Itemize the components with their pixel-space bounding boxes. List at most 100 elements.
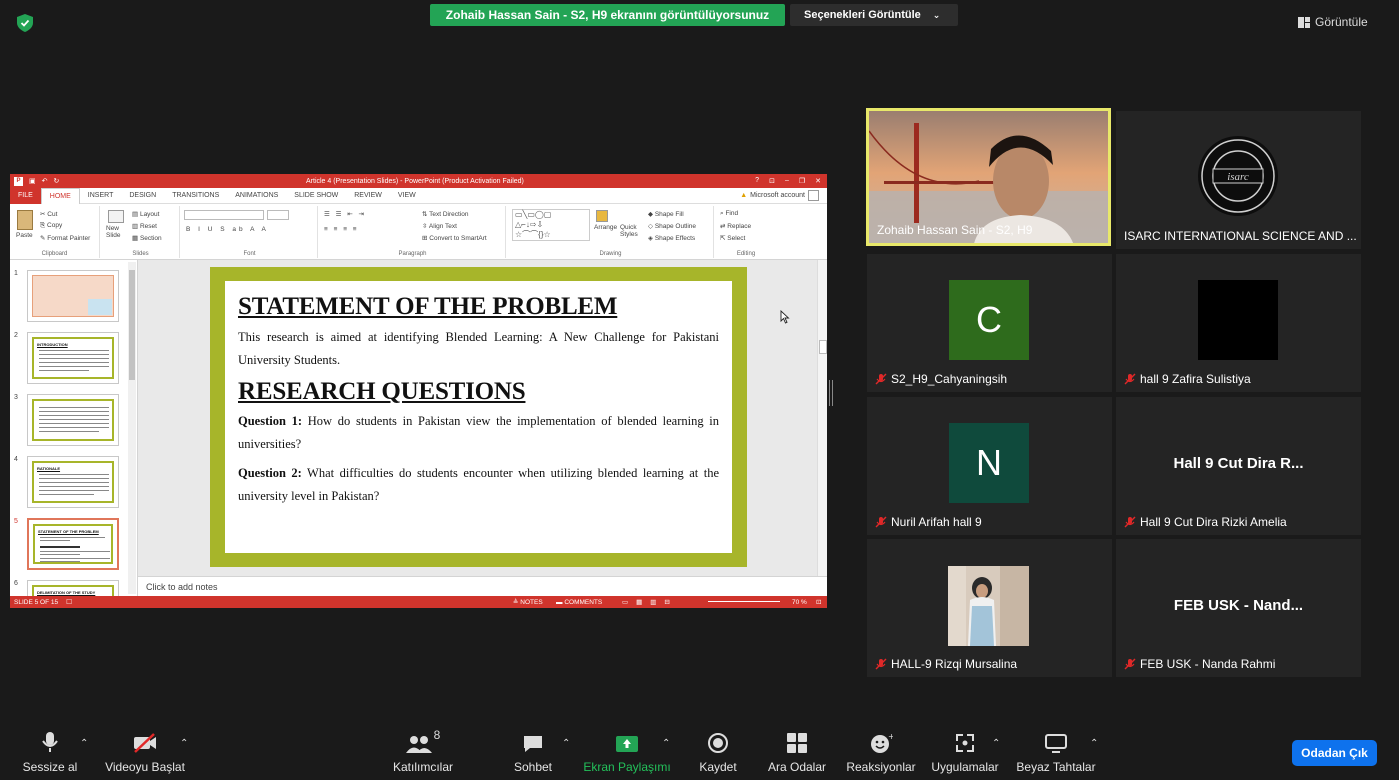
participant-tile-1[interactable]: Zohaib Hassan Sain - S2, H9: [866, 108, 1111, 246]
chat-button[interactable]: Sohbet: [510, 724, 556, 780]
arrange-button[interactable]: Arrange: [594, 224, 617, 231]
convert-smartart-button[interactable]: ⊞ Convert to SmartArt: [422, 234, 487, 242]
slide-thumbnail-2[interactable]: INTRODUCTION: [27, 332, 119, 384]
arrange-icon[interactable]: [596, 210, 608, 222]
tab-design[interactable]: DESIGN: [121, 188, 164, 204]
panel-splitter-handle[interactable]: [829, 380, 833, 406]
ribbon-display-icon[interactable]: ⊡: [769, 177, 775, 185]
fit-slide-icon[interactable]: ⊡: [816, 598, 821, 606]
paste-icon[interactable]: [17, 210, 33, 230]
slide-thumbnail-6[interactable]: DELIMITATION OF THE STUDY: [27, 580, 119, 596]
slide-thumbnail-5[interactable]: STATEMENT OF THE PROBLEM: [27, 518, 119, 570]
tab-transitions[interactable]: TRANSITIONS: [164, 188, 227, 204]
copy-label: Copy: [47, 222, 63, 229]
align-text-button[interactable]: ⇳ Align Text: [422, 222, 457, 230]
chevron-up-icon[interactable]: ⌃: [562, 738, 570, 749]
slide-heading-statement[interactable]: STATEMENT OF THE PROBLEM: [238, 293, 719, 321]
align-buttons[interactable]: ≡ ≡ ≡ ≡: [324, 226, 359, 233]
view-button[interactable]: Görüntüle: [1298, 15, 1368, 29]
chevron-up-icon[interactable]: ⌃: [662, 738, 670, 749]
text-direction-button[interactable]: ⇅ Text Direction: [422, 210, 469, 218]
slide-thumbnail-1[interactable]: [27, 270, 119, 322]
tab-slide-show[interactable]: SLIDE SHOW: [286, 188, 346, 204]
slide-question-1[interactable]: Question 1: How do students in Pakistan …: [238, 410, 719, 456]
participant-tile-5[interactable]: N Nuril Arifah hall 9: [867, 397, 1112, 535]
spellcheck-icon[interactable]: ☐: [66, 598, 72, 606]
participant-tile-4[interactable]: hall 9 Zafira Sulistiya: [1116, 254, 1361, 392]
minimize-icon[interactable]: –: [785, 177, 789, 185]
slide-heading-questions[interactable]: RESEARCH QUESTIONS: [238, 378, 719, 406]
reactions-button[interactable]: + Reaksiyonlar: [846, 724, 916, 780]
participant-tile-7[interactable]: HALL-9 Rizqi Mursalina: [867, 539, 1112, 677]
cut-button[interactable]: ✂ Cut: [40, 210, 57, 218]
chevron-up-icon[interactable]: ⌃: [80, 738, 88, 749]
new-slide-button[interactable]: New Slide: [106, 225, 126, 239]
tab-review[interactable]: REVIEW: [346, 188, 390, 204]
new-slide-icon[interactable]: [108, 210, 124, 223]
notes-toggle[interactable]: ≜ NOTES: [513, 598, 543, 606]
layout-button[interactable]: ▤ Layout: [132, 210, 159, 218]
apps-button[interactable]: Uygulamalar: [928, 724, 1002, 780]
zoom-level[interactable]: 70 %: [792, 599, 807, 606]
shapes-gallery[interactable]: ▭╲▭◯▢ △⌐↓⇨⇩ ☆⌒⌒{}☆: [512, 209, 590, 241]
slide-question-2[interactable]: Question 2: What difficulties do student…: [238, 462, 719, 508]
comments-toggle[interactable]: ▬ COMMENTS: [556, 599, 602, 606]
copy-button[interactable]: ⎘ Copy: [40, 222, 62, 230]
leave-meeting-button[interactable]: Odadan Çık: [1292, 740, 1377, 766]
tab-animations[interactable]: ANIMATIONS: [227, 188, 286, 204]
close-icon[interactable]: ✕: [815, 177, 821, 185]
help-icon[interactable]: ?: [755, 177, 759, 185]
format-painter-button[interactable]: ✎ Format Painter: [40, 234, 90, 242]
notes-pane[interactable]: Click to add notes: [138, 576, 827, 596]
chevron-up-icon[interactable]: ⌃: [1090, 738, 1098, 749]
participant-tile-2[interactable]: isarc ISARC INTERNATIONAL SCIENCE AND ..…: [1116, 111, 1361, 249]
shield-icon[interactable]: [17, 14, 33, 32]
breakout-rooms-button[interactable]: Ara Odalar: [766, 724, 828, 780]
shape-outline-button[interactable]: ◇ Shape Outline: [648, 222, 696, 230]
redo-icon[interactable]: ↻: [54, 177, 60, 185]
slide-paragraph-statement[interactable]: This research is aimed at identifying Bl…: [238, 326, 719, 372]
replace-button[interactable]: ⇄ Replace: [720, 222, 751, 230]
view-options-dropdown[interactable]: Seçenekleri Görüntüle ⌄: [790, 4, 958, 26]
font-size-select[interactable]: [267, 210, 289, 220]
participant-tile-8[interactable]: FEB USK - Nand... FEB USK - Nanda Rahmi: [1116, 539, 1361, 677]
reset-button[interactable]: ▥ Reset: [132, 222, 157, 230]
share-screen-button[interactable]: Ekran Paylaşımı: [583, 724, 671, 780]
list-buttons[interactable]: ☰ ☰ ⇤ ⇥: [324, 210, 366, 218]
shape-effects-button[interactable]: ◈ Shape Effects: [648, 234, 695, 242]
whiteboards-button[interactable]: Beyaz Tahtalar: [1014, 724, 1098, 780]
current-slide[interactable]: STATEMENT OF THE PROBLEM This research i…: [210, 267, 747, 567]
record-button[interactable]: Kaydet: [695, 724, 741, 780]
slide-thumbnail-3[interactable]: [27, 394, 119, 446]
shared-screen-powerpoint[interactable]: P ▣ ↶ ↻ Article 4 (Presentation Slides) …: [10, 174, 827, 608]
restore-icon[interactable]: ❐: [799, 177, 805, 185]
tab-insert[interactable]: INSERT: [80, 188, 122, 204]
quick-styles-button[interactable]: Quick Styles: [620, 224, 640, 238]
section-button[interactable]: ▦ Section: [132, 234, 162, 242]
slide-thumbnail-4[interactable]: RATIONALE: [27, 456, 119, 508]
participant-tile-6[interactable]: Hall 9 Cut Dira R... Hall 9 Cut Dira Riz…: [1116, 397, 1361, 535]
tab-file[interactable]: FILE: [10, 187, 41, 204]
mute-button[interactable]: Sessize al: [23, 724, 77, 780]
participants-button[interactable]: 8 Katılımcılar: [388, 724, 458, 780]
tab-home[interactable]: HOME: [40, 187, 80, 204]
start-video-button[interactable]: Videoyu Başlat: [103, 724, 187, 780]
undo-icon[interactable]: ↶: [42, 177, 48, 185]
zoom-slider[interactable]: [708, 601, 780, 602]
paste-button[interactable]: Paste: [16, 232, 33, 239]
save-icon[interactable]: ▣: [29, 177, 36, 185]
font-format-buttons[interactable]: B I U S ab A A: [186, 226, 269, 233]
participant-tile-3[interactable]: C S2_H9_Cahyaningsih: [867, 254, 1112, 392]
view-mode-icons[interactable]: ▭▦▥⊟: [622, 598, 678, 606]
font-name-select[interactable]: [184, 210, 264, 220]
chevron-up-icon[interactable]: ⌃: [180, 738, 188, 749]
mic-muted-icon: [1124, 516, 1136, 528]
tab-view[interactable]: VIEW: [390, 188, 424, 204]
select-button[interactable]: ⇱ Select: [720, 234, 745, 242]
find-button[interactable]: ⌕ Find: [720, 210, 738, 218]
thumbnail-scrollbar[interactable]: [128, 262, 136, 594]
chevron-up-icon[interactable]: ⌃: [992, 738, 1000, 749]
shape-fill-button[interactable]: ◆ Shape Fill: [648, 210, 684, 218]
account-area[interactable]: ▲ Microsoft account: [740, 190, 819, 201]
slide-scrollbar[interactable]: [817, 260, 827, 576]
